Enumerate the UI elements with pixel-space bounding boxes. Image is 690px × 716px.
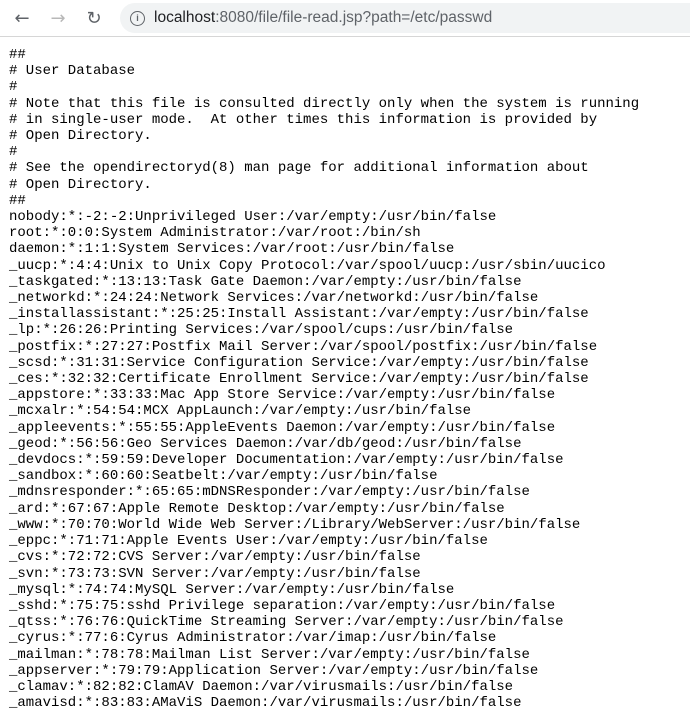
file-line: _devdocs:*:59:59:Developer Documentation…	[9, 452, 564, 469]
file-line: _geod:*:56:56:Geo Services Daemon:/var/d…	[9, 435, 522, 452]
file-line: _sandbox:*:60:60:Seatbelt:/var/empty:/us…	[9, 468, 438, 485]
forward-button[interactable]: →	[48, 7, 68, 29]
file-line: _postfix:*:27:27:Postfix Mail Server:/va…	[9, 338, 598, 355]
url-host: localhost	[154, 9, 216, 26]
reload-icon: ↻	[86, 7, 102, 29]
browser-toolbar: ← → ↻ i localhost:8080/file/file-read.js…	[0, 0, 690, 37]
file-line: _eppc:*:71:71:Apple Events User:/var/emp…	[9, 533, 488, 550]
file-line: _ces:*:32:32:Certificate Enrollment Serv…	[9, 371, 589, 388]
file-line: daemon:*:1:1:System Services:/var/root:/…	[9, 241, 455, 258]
file-line: _appstore:*:33:33:Mac App Store Service:…	[9, 387, 556, 404]
arrow-left-icon: ←	[14, 7, 30, 29]
file-line: _appleevents:*:55:55:AppleEvents Daemon:…	[9, 419, 556, 436]
info-icon[interactable]: i	[130, 10, 145, 26]
file-line: _mcxalr:*:54:54:MCX AppLaunch:/var/empty…	[9, 403, 472, 420]
reload-button[interactable]: ↻	[84, 7, 104, 29]
file-line: #	[9, 144, 18, 161]
file-line: _ard:*:67:67:Apple Remote Desktop:/var/e…	[9, 500, 505, 517]
url-path: :8080/file/file-read.jsp?path=/etc/passw…	[215, 9, 493, 26]
file-line: _installassistant:*:25:25:Install Assist…	[9, 306, 589, 323]
file-line: _cyrus:*:77:6:Cyrus Administrator:/var/i…	[9, 630, 497, 647]
file-line: _svn:*:73:73:SVN Server:/var/empty:/usr/…	[9, 565, 421, 582]
file-line: # Open Directory.	[9, 128, 152, 145]
file-line: _www:*:70:70:World Wide Web Server:/Libr…	[9, 516, 581, 533]
file-line: #	[9, 79, 18, 96]
file-line: _mysql:*:74:74:MySQL Server:/var/empty:/…	[9, 581, 455, 598]
file-line: _scsd:*:31:31:Service Configuration Serv…	[9, 354, 589, 371]
file-line: _mdnsresponder:*:65:65:mDNSResponder:/va…	[9, 484, 530, 501]
file-line: # Note that this file is consulted direc…	[9, 95, 640, 112]
file-line: root:*:0:0:System Administrator:/var/roo…	[9, 225, 421, 242]
file-line: _sshd:*:75:75:sshd Privilege separation:…	[9, 597, 556, 614]
file-line: _cvs:*:72:72:CVS Server:/var/empty:/usr/…	[9, 549, 421, 566]
file-line: # Open Directory.	[9, 176, 152, 193]
file-line: _uucp:*:4:4:Unix to Unix Copy Protocol:/…	[9, 257, 606, 274]
file-line: _appserver:*:79:79:Application Server:/v…	[9, 662, 539, 679]
file-line: _lp:*:26:26:Printing Services:/var/spool…	[9, 322, 514, 339]
file-line: nobody:*:-2:-2:Unprivileged User:/var/em…	[9, 209, 497, 226]
file-line: ##	[9, 47, 26, 63]
file-line: _taskgated:*:13:13:Task Gate Daemon:/var…	[9, 273, 522, 290]
file-line: _networkd:*:24:24:Network Services:/var/…	[9, 290, 539, 307]
file-line: # in single-user mode. At other times th…	[9, 111, 598, 128]
file-line: ##	[9, 192, 26, 209]
file-content: ## # User Database # # Note that this fi…	[0, 37, 690, 711]
arrow-right-icon: →	[50, 7, 66, 29]
address-bar[interactable]: i localhost:8080/file/file-read.jsp?path…	[120, 3, 690, 33]
file-line: _qtss:*:76:76:QuickTime Streaming Server…	[9, 614, 564, 631]
back-button[interactable]: ←	[12, 7, 32, 29]
file-line: _mailman:*:78:78:Mailman List Server:/va…	[9, 646, 530, 663]
file-line: _clamav:*:82:82:ClamAV Daemon:/var/virus…	[9, 678, 514, 695]
file-line: # User Database	[9, 63, 136, 80]
file-line: # See the opendirectoryd(8) man page for…	[9, 160, 589, 177]
file-line: _amavisd:*:83:83:AMaViS Daemon:/var/viru…	[9, 695, 522, 712]
